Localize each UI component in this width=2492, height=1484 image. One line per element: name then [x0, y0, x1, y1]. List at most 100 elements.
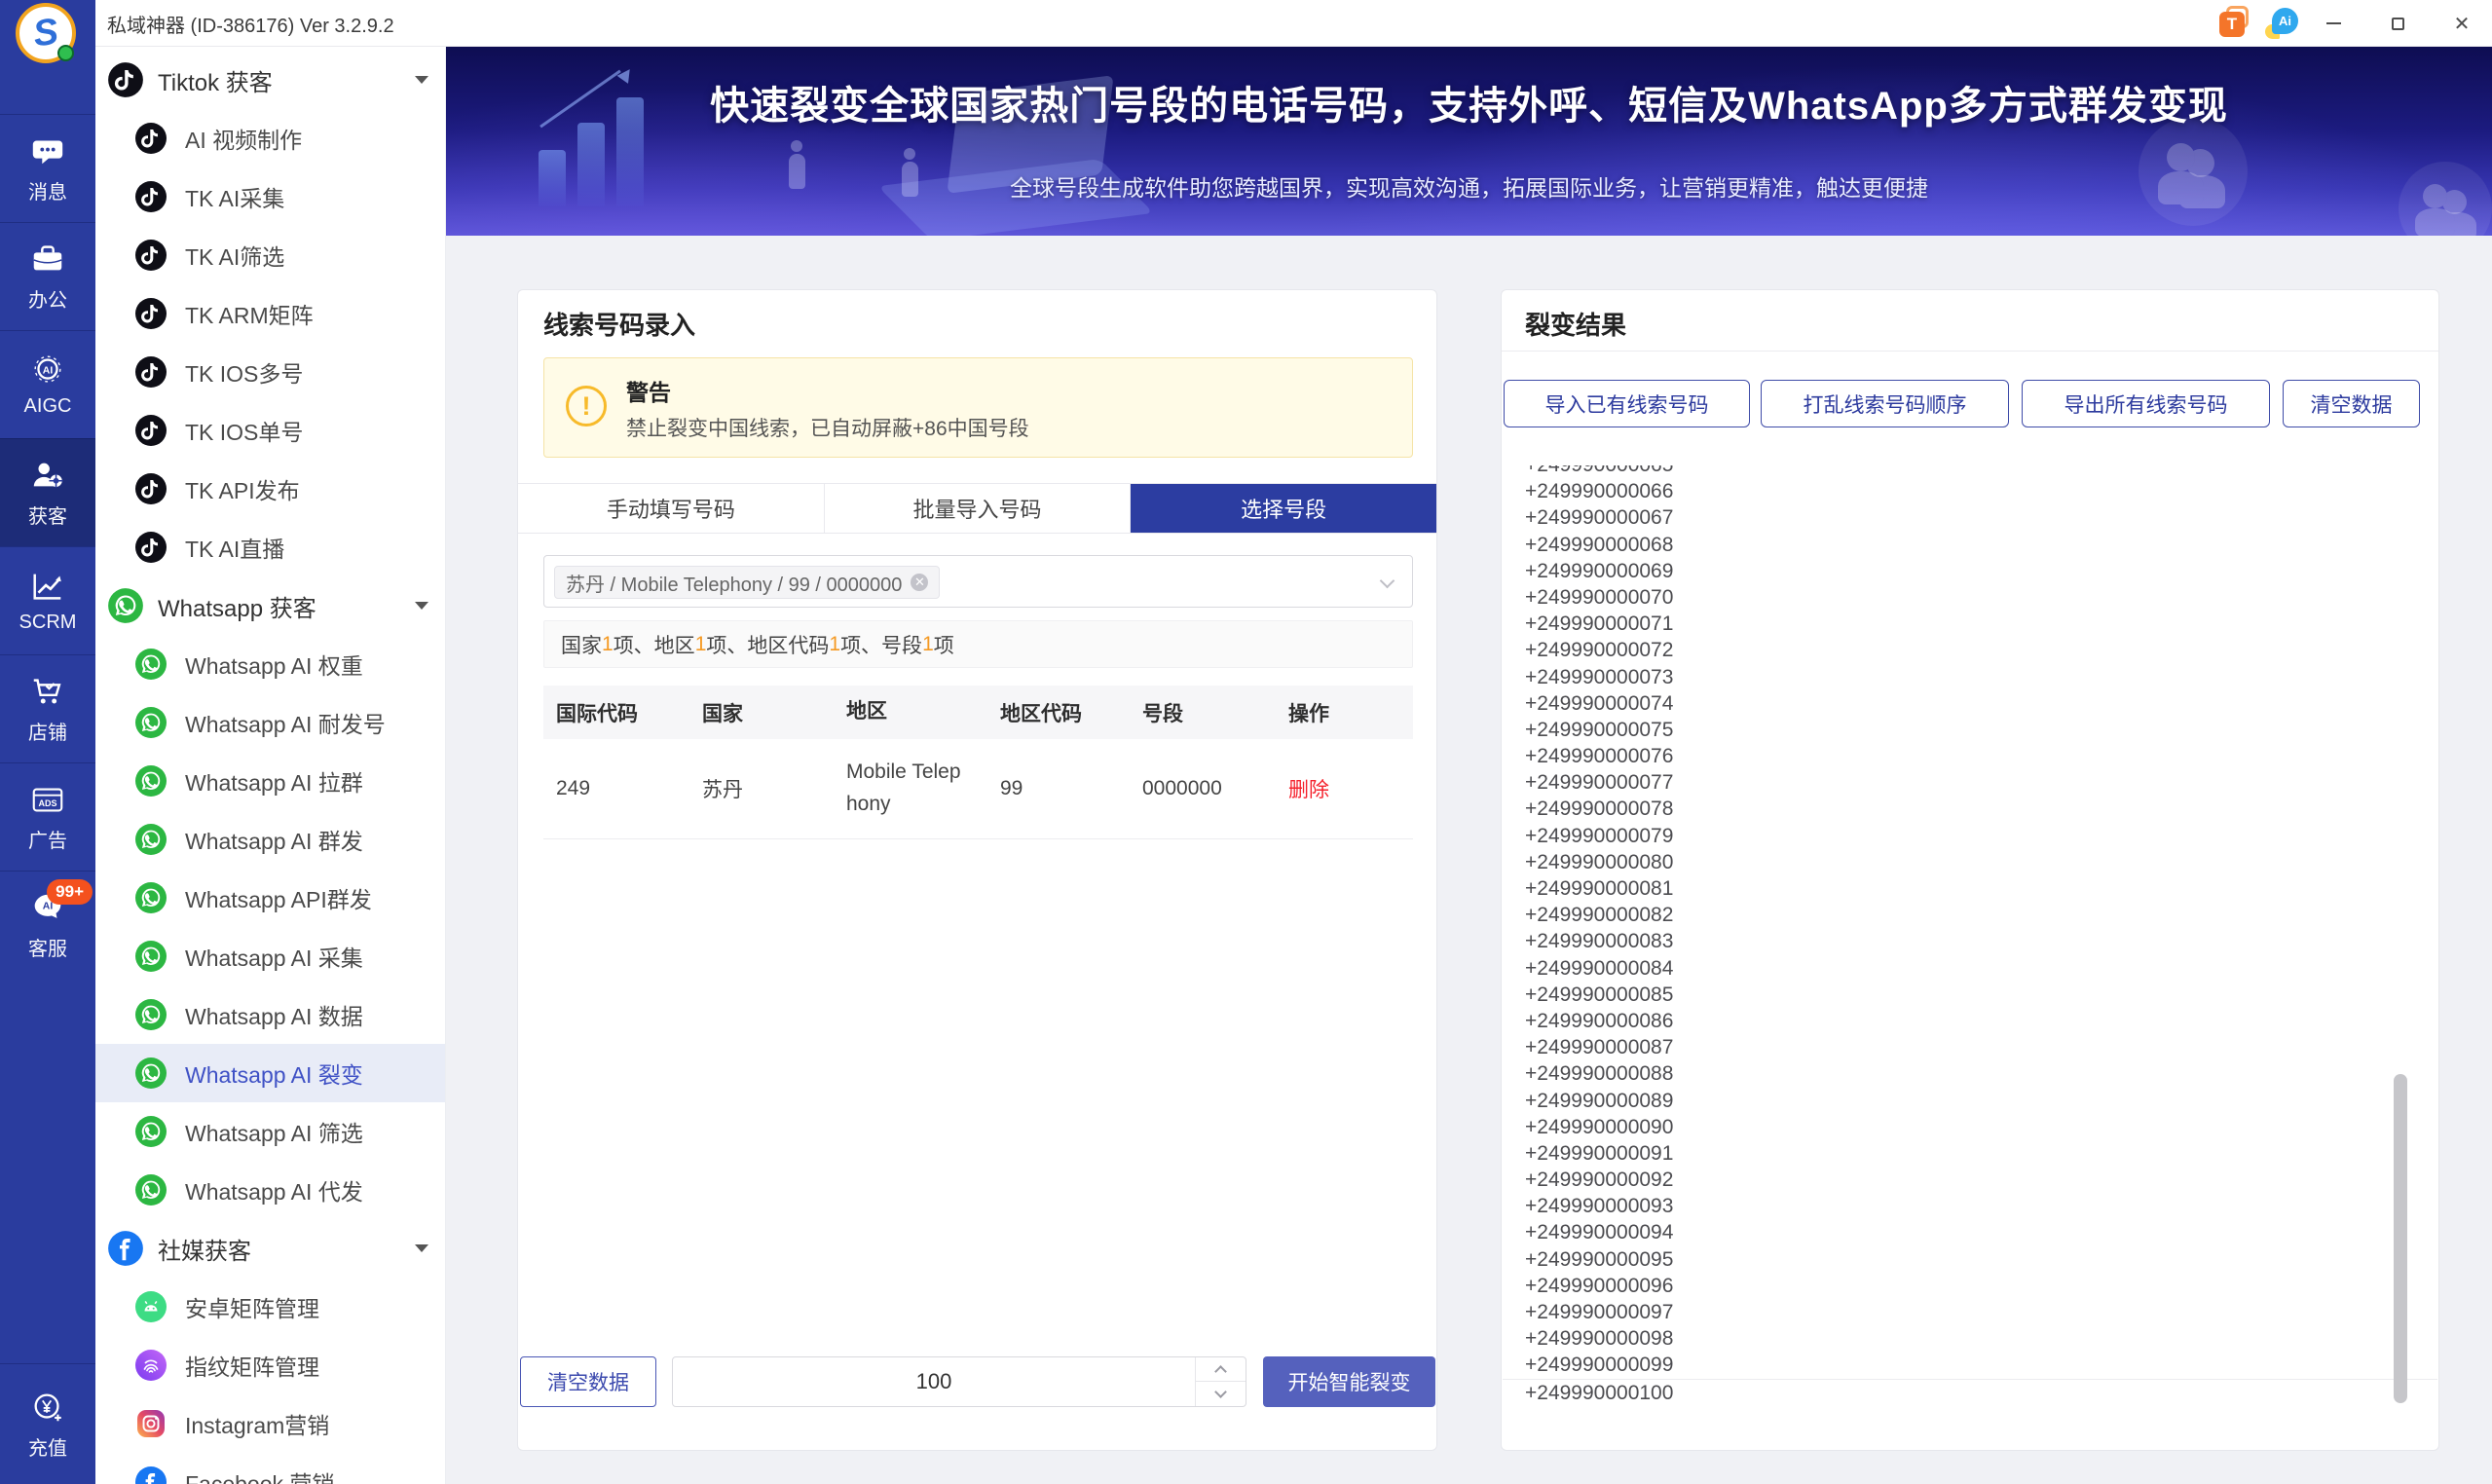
sidebar-item-wa-ai-proxy-send[interactable]: Whatsapp AI 代发: [95, 1161, 446, 1219]
sidebar-item-tk-ai-collect[interactable]: TK AI采集: [95, 167, 446, 226]
scrollbar-thumb[interactable]: [2394, 1074, 2407, 1403]
phone-number-row: +249990000071: [1503, 611, 2437, 637]
facebook-icon: [134, 1465, 167, 1484]
sidebar-item-tk-ai-filter[interactable]: TK AI筛选: [95, 226, 446, 284]
rail-item-ads[interactable]: ADS广告: [0, 762, 95, 871]
chevron-down-icon: [1380, 574, 1395, 589]
table-header-cell: 地区: [834, 686, 987, 739]
table-action-cell: 删除: [1276, 739, 1413, 838]
sidebar-item-tk-ios-single[interactable]: TK IOS单号: [95, 401, 446, 460]
rail-item-office[interactable]: 办公: [0, 222, 95, 330]
sidebar-item-android-matrix[interactable]: 安卓矩阵管理: [95, 1278, 446, 1336]
warning-text: 禁止裂变中国线索，已自动屏蔽+86中国号段: [626, 413, 1029, 442]
table-header-cell: 号段: [1130, 686, 1276, 739]
sidebar-item-whatsapp-group[interactable]: Whatsapp 获客: [95, 576, 446, 635]
sidebar-item-wa-ai-collect[interactable]: Whatsapp AI 采集: [95, 927, 446, 985]
tab-batch-import[interactable]: 批量导入号码: [825, 484, 1132, 533]
tiktok-icon: [134, 122, 167, 155]
summary-count: 1: [922, 633, 934, 656]
sidebar-item-label: 指纹矩阵管理: [185, 1349, 319, 1382]
phone-number-list[interactable]: +249990000065+249990000066+249990000067+…: [1503, 465, 2437, 1449]
sidebar-item-label: TK IOS单号: [185, 414, 303, 447]
sidebar-item-label: Whatsapp AI 代发: [185, 1173, 363, 1206]
tiktok-icon: [134, 531, 167, 564]
fission-count-input[interactable]: [673, 1357, 1195, 1406]
phone-number-row: +249990000086: [1503, 1008, 2437, 1034]
warning-icon: !: [566, 386, 607, 427]
main-area: 快速裂变全球国家热门号段的电话号码，支持外呼、短信及WhatsApp多方式群发变…: [446, 47, 2492, 1484]
sidebar-item-label: TK API发布: [185, 472, 300, 505]
sidebar-item-instagram-marketing[interactable]: Instagram营销: [95, 1394, 446, 1453]
sidebar-item-label: Whatsapp AI 群发: [185, 823, 363, 856]
sidebar-item-label: AI 视频制作: [185, 122, 302, 155]
sidebar-item-wa-ai-weight[interactable]: Whatsapp AI 权重: [95, 635, 446, 693]
sidebar-item-label: Tiktok 获客: [158, 63, 273, 97]
tab-select-range[interactable]: 选择号段: [1131, 484, 1436, 533]
table-header-cell: 国际代码: [543, 686, 689, 739]
rail-item-messages[interactable]: 消息: [0, 114, 95, 222]
phone-number-row: +249990000093: [1503, 1193, 2437, 1219]
import-existing-numbers-button[interactable]: 导入已有线索号码: [1504, 380, 1750, 427]
result-panel-divider: [1502, 351, 2438, 352]
sidebar-item-facebook-marketing[interactable]: Facebook 营销: [95, 1453, 446, 1484]
start-smart-fission-button[interactable]: 开始智能裂变: [1263, 1356, 1435, 1407]
rail-item-support[interactable]: AI99+客服: [0, 871, 95, 979]
sidebar-item-tk-arm-matrix[interactable]: TK ARM矩阵: [95, 284, 446, 343]
tab-manual-fill[interactable]: 手动填写号码: [518, 484, 825, 533]
tag-remove-icon[interactable]: ✕: [911, 574, 928, 591]
export-all-numbers-button[interactable]: 导出所有线索号码: [2022, 380, 2270, 427]
fingerprint-icon: [134, 1349, 167, 1382]
summary-text: 项: [934, 630, 954, 659]
sidebar-item-label: TK AI采集: [185, 180, 284, 213]
sidebar-item-wa-api-mass-send[interactable]: Whatsapp API群发: [95, 869, 446, 927]
phone-number-row: +249990000087: [1503, 1034, 2437, 1060]
fission-result-panel: 裂变结果 导入已有线索号码打乱线索号码顺序导出所有线索号码清空数据 +24999…: [1501, 289, 2439, 1451]
app-title: 私域神器 (ID-386176) Ver 3.2.9.2: [107, 0, 394, 47]
sidebar-item-wa-ai-data[interactable]: Whatsapp AI 数据: [95, 985, 446, 1044]
rail-item-label: 店铺: [28, 717, 67, 745]
stepper-down-button[interactable]: [1195, 1382, 1246, 1406]
whatsapp-icon: [134, 823, 167, 856]
rail-item-aigc[interactable]: AIAIGC: [0, 330, 95, 438]
delete-link[interactable]: 删除: [1288, 774, 1329, 803]
close-button[interactable]: ✕: [2438, 0, 2485, 47]
maximize-button[interactable]: [2374, 0, 2421, 47]
rail-item-recharge[interactable]: 充值: [0, 1363, 95, 1484]
rail-item-shop[interactable]: 店铺: [0, 654, 95, 762]
phone-number-row: +249990000098: [1503, 1325, 2437, 1352]
phone-number-row: +249990000079: [1503, 823, 2437, 849]
sidebar-item-wa-ai-filter[interactable]: Whatsapp AI 筛选: [95, 1102, 446, 1161]
sidebar-item-label: Whatsapp API群发: [185, 881, 372, 914]
android-icon: [134, 1290, 167, 1323]
sidebar-item-tk-api-publish[interactable]: TK API发布: [95, 460, 446, 518]
number-range-select[interactable]: 苏丹 / Mobile Telephony / 99 / 0000000 ✕: [543, 555, 1413, 608]
sidebar-item-wa-ai-pull-group[interactable]: Whatsapp AI 拉群: [95, 752, 446, 810]
rail-item-scrm[interactable]: SCRM: [0, 546, 95, 654]
sidebar-item-wa-ai-fission[interactable]: Whatsapp AI 裂变: [95, 1044, 446, 1102]
maximize-icon: [2392, 18, 2404, 30]
clear-result-data-button[interactable]: 清空数据: [2283, 380, 2420, 427]
svg-text:AI: AI: [43, 901, 54, 911]
selected-range-tag-label: 苏丹 / Mobile Telephony / 99 / 0000000: [566, 569, 902, 597]
banner-title: 快速裂变全球国家热门号段的电话号码，支持外呼、短信及WhatsApp多方式群发变…: [446, 74, 2492, 130]
translate-tray-icon[interactable]: T: [2219, 10, 2247, 37]
rail-item-customer-acquisition[interactable]: 获客: [0, 438, 95, 546]
table-cell: 苏丹: [689, 739, 834, 838]
sidebar-item-wa-ai-durable[interactable]: Whatsapp AI 耐发号: [95, 693, 446, 752]
sidebar-item-tk-ai-live[interactable]: TK AI直播: [95, 518, 446, 576]
stepper-up-button[interactable]: [1195, 1357, 1246, 1382]
clear-data-button[interactable]: 清空数据: [520, 1356, 656, 1407]
count-stepper: [1195, 1357, 1246, 1406]
ai-assistant-tray-icon[interactable]: Ai: [2265, 8, 2298, 39]
shuffle-numbers-button[interactable]: 打乱线索号码顺序: [1761, 380, 2009, 427]
sidebar-item-fingerprint-matrix[interactable]: 指纹矩阵管理: [95, 1336, 446, 1394]
sidebar-item-tk-ios-multi[interactable]: TK IOS多号: [95, 343, 446, 401]
minimize-button[interactable]: [2310, 0, 2357, 47]
sidebar-item-wa-ai-mass-send[interactable]: Whatsapp AI 群发: [95, 810, 446, 869]
sidebar-item-ai-video-production[interactable]: AI 视频制作: [95, 109, 446, 167]
sidebar-item-tiktok-group[interactable]: Tiktok 获客: [95, 51, 446, 109]
sidebar-item-social-group[interactable]: 社媒获客: [95, 1219, 446, 1278]
ai-bubble-icon: Ai: [2272, 8, 2298, 34]
table-header-cell: 地区代码: [987, 686, 1130, 739]
phone-number-row: +249990000088: [1503, 1060, 2437, 1087]
